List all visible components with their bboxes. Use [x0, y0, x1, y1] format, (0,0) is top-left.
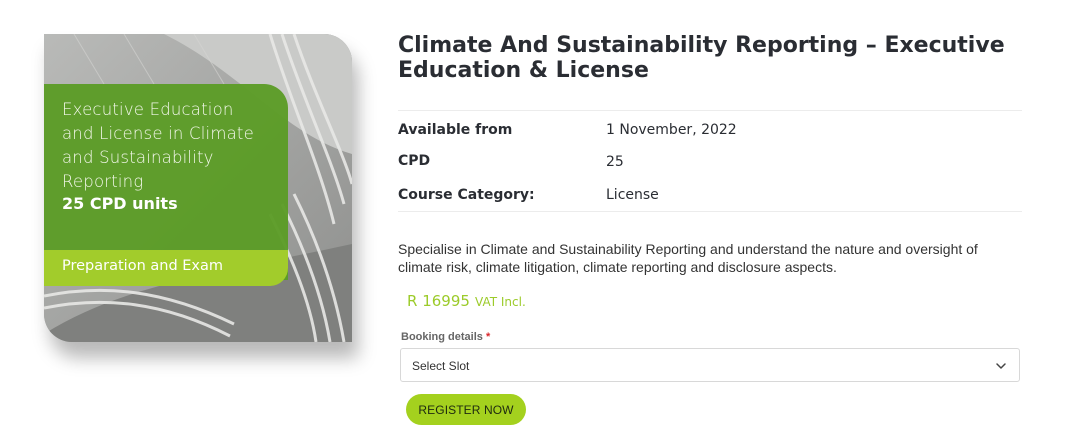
product-price: R 16995 VAT Incl. — [407, 291, 526, 310]
register-now-button[interactable]: REGISTER NOW — [406, 394, 526, 425]
booking-label-text: Booking details — [401, 331, 483, 343]
image-heading-line: and License in Climate — [62, 124, 254, 143]
product-image: Executive Education and License in Clima… — [44, 34, 352, 342]
image-cpd-units: 25 CPD units — [62, 194, 178, 213]
meta-label-cpd: CPD — [398, 153, 431, 169]
image-heading-line: and Sustainability — [62, 148, 214, 167]
booking-details-label: Booking details * — [401, 331, 490, 343]
divider — [398, 110, 1022, 111]
divider — [398, 211, 1022, 212]
product-title: Climate And Sustainability Reporting – E… — [398, 33, 1005, 83]
price-amount: R 16995 — [407, 292, 470, 310]
meta-label-available: Available from — [398, 122, 513, 138]
meta-value-cpd: 25 — [606, 154, 624, 170]
chevron-down-icon — [996, 363, 1006, 369]
slot-select[interactable]: Select Slot — [400, 348, 1020, 382]
meta-value-available: 1 November, 2022 — [606, 122, 737, 138]
image-heading-line: Executive Education — [62, 100, 234, 119]
image-band: Preparation and Exam — [44, 250, 288, 286]
meta-label-category: Course Category: — [398, 187, 535, 203]
meta-value-category: License — [606, 187, 659, 203]
slot-select-value: Select Slot — [412, 359, 470, 373]
image-heading: Executive Education and License in Clima… — [62, 98, 282, 194]
image-heading-line: Reporting — [62, 172, 144, 191]
price-vat-note: VAT Incl. — [475, 295, 526, 309]
required-mark: * — [485, 331, 491, 343]
image-band-text: Preparation and Exam — [62, 258, 224, 274]
product-description: Specialise in Climate and Sustainability… — [398, 241, 978, 275]
